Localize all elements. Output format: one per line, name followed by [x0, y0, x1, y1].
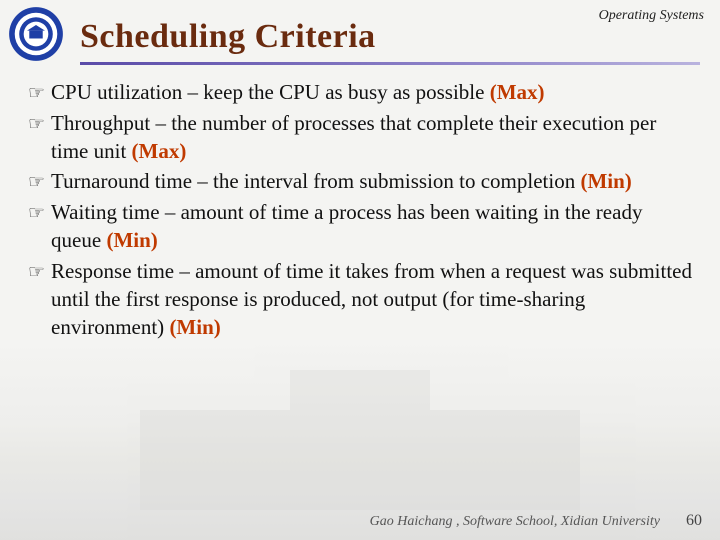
pointing-hand-icon: ☞: [28, 112, 45, 138]
bullet-body: Turnaround time – the interval from subm…: [51, 169, 580, 193]
title-underline: [80, 62, 700, 65]
bullet-text: CPU utilization – keep the CPU as busy a…: [51, 78, 692, 106]
bullet-text: Turnaround time – the interval from subm…: [51, 167, 692, 195]
list-item: ☞ Waiting time – amount of time a proces…: [28, 198, 692, 255]
list-item: ☞ Response time – amount of time it take…: [28, 257, 692, 342]
list-item: ☞ CPU utilization – keep the CPU as busy…: [28, 78, 692, 107]
bullet-list: ☞ CPU utilization – keep the CPU as busy…: [28, 78, 692, 344]
course-label: Operating Systems: [599, 8, 704, 24]
bullet-text: Waiting time – amount of time a process …: [51, 198, 692, 255]
pointing-hand-icon: ☞: [28, 170, 45, 196]
bullet-goal: (Max): [132, 139, 187, 163]
bullet-body: Response time – amount of time it takes …: [51, 259, 692, 340]
pointing-hand-icon: ☞: [28, 260, 45, 286]
footer-credit: Gao Haichang , Software School, Xidian U…: [370, 514, 660, 530]
bullet-text: Response time – amount of time it takes …: [51, 257, 692, 342]
slide-title: Scheduling Criteria: [80, 18, 376, 56]
bullet-goal: (Max): [490, 80, 545, 104]
bullet-body: CPU utilization – keep the CPU as busy a…: [51, 80, 490, 104]
bullet-goal: (Min): [580, 169, 631, 193]
slide: Operating Systems Scheduling Criteria ☞ …: [0, 0, 720, 540]
bullet-goal: (Min): [106, 228, 157, 252]
pointing-hand-icon: ☞: [28, 81, 45, 107]
page-number: 60: [686, 512, 702, 530]
bullet-text: Throughput – the number of processes tha…: [51, 109, 692, 166]
list-item: ☞ Turnaround time – the interval from su…: [28, 167, 692, 196]
pointing-hand-icon: ☞: [28, 201, 45, 227]
bullet-goal: (Min): [169, 315, 220, 339]
list-item: ☞ Throughput – the number of processes t…: [28, 109, 692, 166]
university-logo-icon: [8, 6, 64, 62]
